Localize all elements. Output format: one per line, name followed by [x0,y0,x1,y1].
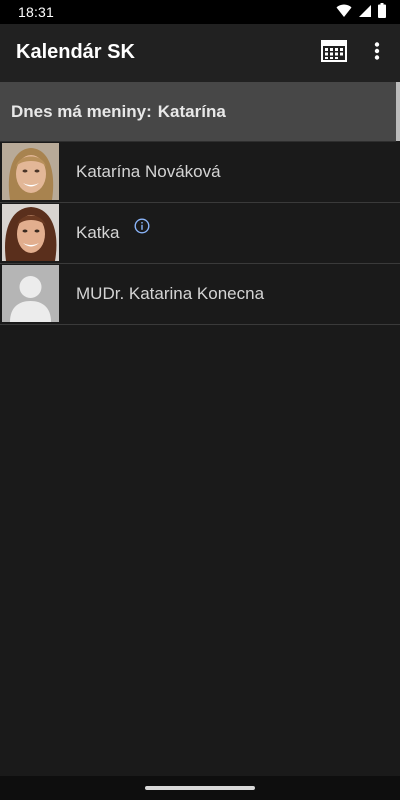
avatar [2,204,59,261]
home-handle[interactable] [145,786,255,790]
avatar [2,143,59,200]
contact-row[interactable]: Katarína Nováková [0,142,400,203]
battery-icon [378,3,386,21]
nameday-label: Dnes má meniny: [11,102,152,121]
contact-row[interactable]: Katka [0,203,400,264]
status-icons [336,3,386,21]
contact-row[interactable]: MUDr. Katarina Konecna [0,264,400,325]
contact-list: Katarína Nováková Katka MUDr. Katarina K… [0,142,400,325]
info-icon[interactable] [134,218,150,234]
nameday-banner: Dnes má meniny: Katarína [0,82,396,142]
avatar [2,265,59,322]
status-bar: 18:31 [0,0,400,24]
contact-name: MUDr. Katarina Konecna [76,284,265,303]
calendar-icon [321,39,347,67]
nameday-text: Dnes má meniny: Katarína [11,102,226,122]
more-vert-icon [374,41,380,65]
calendar-button[interactable] [318,39,350,67]
status-time: 18:31 [18,4,55,20]
app-title: Kalendár SK [16,41,135,63]
nameday-name: Katarína [157,102,226,121]
app-bar: Kalendár SK [0,24,400,82]
contact-name: Katarína Nováková [76,162,221,181]
overflow-menu-button[interactable] [362,37,392,69]
navigation-bar [0,776,400,800]
scrollbar[interactable] [396,82,400,141]
signal-icon [358,4,372,21]
wifi-icon [336,4,352,21]
contact-name: Katka [76,223,120,242]
